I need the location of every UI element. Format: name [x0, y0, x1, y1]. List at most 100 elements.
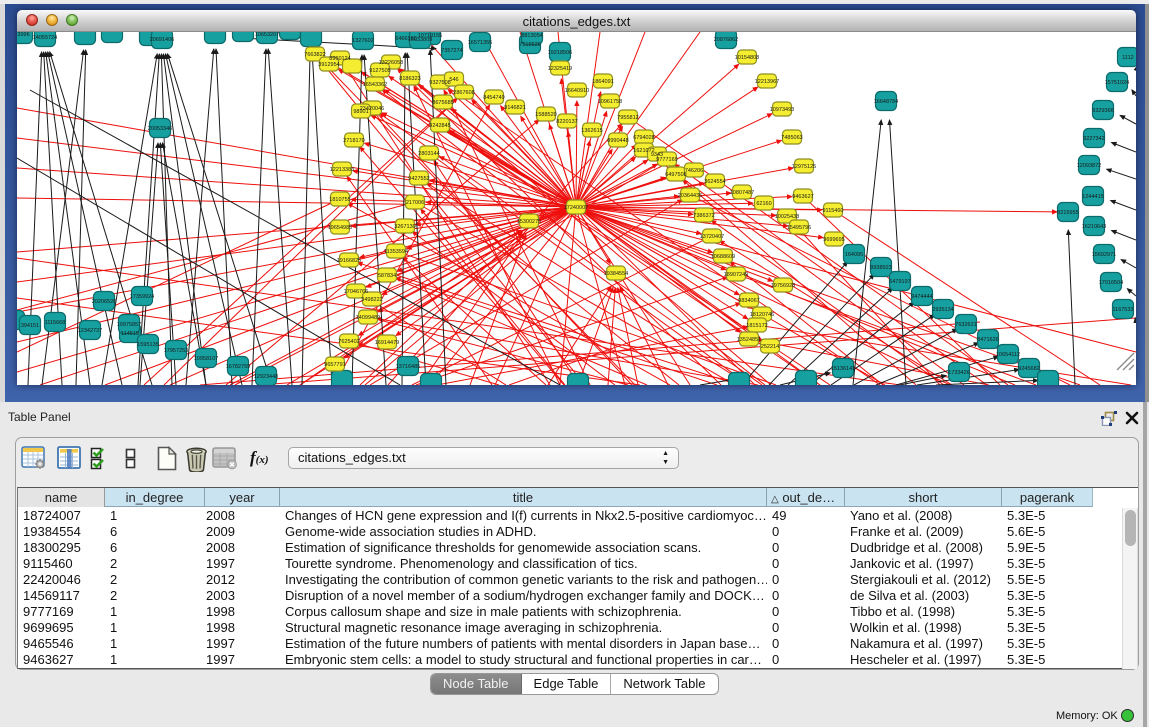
svg-text:12975125: 12975125	[792, 164, 816, 170]
svg-text:15495796: 15495796	[787, 225, 811, 231]
svg-text:10688609: 10688609	[711, 254, 735, 260]
svg-text:17046766: 17046766	[344, 289, 368, 295]
svg-text:252214: 252214	[761, 344, 779, 350]
svg-text:10973493: 10973493	[770, 107, 794, 113]
svg-text:3498222: 3498222	[361, 297, 382, 303]
svg-text:10807487: 10807487	[730, 190, 754, 196]
svg-text:7386372: 7386372	[693, 213, 714, 219]
svg-text:8471626: 8471626	[977, 337, 998, 343]
svg-text:217006: 217006	[406, 200, 424, 206]
svg-text:8454749: 8454749	[483, 95, 504, 101]
svg-text:2867608: 2867608	[453, 90, 474, 96]
svg-text:62160: 62160	[756, 201, 771, 207]
svg-text:9699695: 9699695	[823, 237, 844, 243]
svg-text:18907249: 18907249	[724, 272, 748, 278]
svg-text:6479197: 6479197	[889, 279, 910, 285]
svg-text:13716485: 13716485	[396, 364, 420, 370]
svg-text:2718170: 2718170	[343, 138, 364, 144]
svg-text:546: 546	[449, 77, 458, 83]
svg-text:20691406: 20691406	[150, 37, 174, 43]
svg-text:20876862: 20876862	[714, 37, 738, 43]
svg-text:19654985: 19654985	[328, 225, 352, 231]
svg-text:7632621: 7632621	[955, 322, 976, 328]
svg-text:17240007: 17240007	[564, 205, 588, 211]
svg-text:20364436: 20364436	[678, 193, 702, 199]
svg-text:20206526: 20206526	[92, 299, 116, 305]
svg-text:1864091: 1864091	[592, 79, 613, 85]
svg-text:17016504: 17016504	[1099, 280, 1123, 286]
svg-text:1115668: 1115668	[45, 320, 66, 326]
svg-text:17957253: 17957253	[164, 348, 188, 354]
svg-text:8186323: 8186323	[399, 76, 420, 82]
svg-text:20053346: 20053346	[148, 126, 172, 132]
svg-text:1588520: 1588520	[535, 112, 556, 118]
svg-text:10177: 10177	[282, 32, 297, 34]
svg-text:16571355: 16571355	[468, 40, 492, 46]
svg-text:9127505: 9127505	[369, 68, 390, 74]
svg-text:18120746: 18120746	[750, 312, 774, 318]
svg-text:16543362: 16543362	[363, 82, 387, 88]
svg-text:7515526: 7515526	[519, 42, 540, 48]
svg-text:19166825: 19166825	[337, 258, 361, 264]
svg-text:12213967: 12213967	[755, 79, 779, 85]
svg-text:1810755: 1810755	[329, 197, 350, 203]
svg-text:16782759: 16782759	[226, 364, 250, 370]
svg-text:10154808: 10154808	[735, 55, 759, 61]
svg-text:19756928: 19756928	[771, 283, 795, 289]
svg-text:2803144: 2803144	[418, 151, 439, 157]
svg-text:2935134: 2935134	[932, 307, 953, 313]
svg-text:19975857: 19975857	[117, 322, 141, 328]
svg-text:16640910: 16640910	[565, 88, 589, 94]
svg-text:13524851: 13524851	[737, 337, 761, 343]
svg-text:7357274: 7357274	[441, 48, 462, 54]
svg-text:9777169: 9777169	[656, 157, 677, 163]
svg-text:12213383: 12213383	[330, 167, 354, 173]
svg-text:9834067: 9834067	[738, 298, 759, 304]
svg-text:1327602: 1327602	[352, 38, 373, 44]
svg-text:1362615: 1362615	[581, 128, 602, 134]
svg-text:6794028: 6794028	[633, 135, 654, 141]
svg-text:7625402: 7625402	[338, 339, 359, 345]
svg-text:13720407: 13720407	[700, 234, 724, 240]
svg-text:11353594: 11353594	[384, 249, 408, 255]
svg-text:9329366: 9329366	[1092, 108, 1113, 114]
svg-text:746206: 746206	[685, 168, 703, 174]
svg-text:16648784: 16648784	[874, 99, 898, 105]
svg-text:3912954: 3912954	[318, 62, 339, 68]
svg-text:164095: 164095	[845, 252, 863, 258]
svg-text:10025438: 10025438	[775, 214, 799, 220]
svg-text:19384554: 19384554	[604, 271, 628, 277]
svg-text:10654112: 10654112	[996, 352, 1020, 358]
svg-text:12923448: 12923448	[254, 374, 278, 380]
svg-text:15692971: 15692971	[1092, 252, 1116, 258]
svg-text:1244415: 1244415	[1082, 194, 1103, 200]
svg-text:15136141: 15136141	[831, 366, 855, 372]
svg-text:14055724: 14055724	[33, 35, 57, 41]
svg-text:9115460: 9115460	[822, 208, 843, 214]
svg-text:3624554: 3624554	[704, 179, 725, 185]
svg-text:9657791: 9657791	[324, 362, 345, 368]
svg-text:15300275: 15300275	[517, 219, 541, 225]
svg-text:8215955: 8215955	[1057, 210, 1078, 216]
svg-text:9242845: 9242845	[429, 123, 450, 129]
svg-text:9463627: 9463627	[792, 194, 813, 200]
svg-text:587834: 587834	[378, 273, 396, 279]
svg-text:9227342: 9227342	[1083, 136, 1104, 142]
svg-text:10958107: 10958107	[194, 356, 218, 362]
svg-text:16914479: 16914479	[375, 340, 399, 346]
svg-text:13226058: 13226058	[379, 60, 403, 66]
svg-text:7663822: 7663822	[304, 52, 325, 58]
svg-text:8990448: 8990448	[607, 138, 628, 144]
svg-text:7485063: 7485063	[781, 135, 802, 141]
svg-text:12342737: 12342737	[78, 328, 102, 334]
svg-text:1167533: 1167533	[1112, 307, 1133, 313]
svg-text:7955812: 7955812	[617, 115, 638, 121]
svg-text:9327508: 9327508	[429, 80, 450, 86]
svg-text:8675685: 8675685	[432, 100, 453, 106]
svg-text:12325419: 12325419	[548, 66, 572, 72]
svg-text:16210643: 16210643	[1082, 224, 1106, 230]
svg-text:3267130: 3267130	[394, 224, 415, 230]
svg-text:10653267: 10653267	[255, 32, 279, 38]
svg-text:6497508: 6497508	[665, 172, 686, 178]
svg-text:10961758: 10961758	[598, 99, 622, 105]
